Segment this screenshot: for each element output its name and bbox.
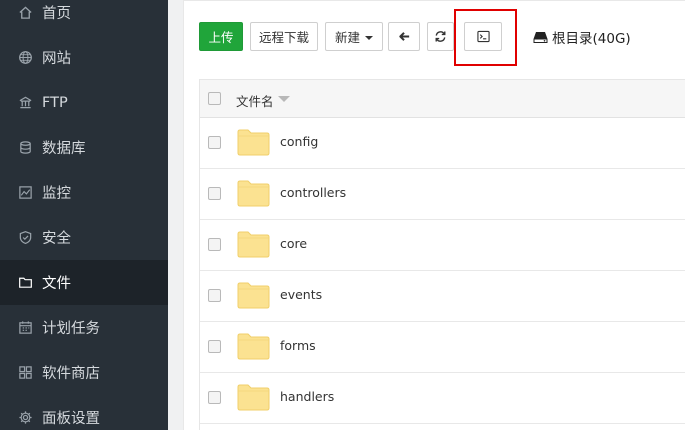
folder-icon <box>237 281 270 309</box>
select-all-checkbox[interactable] <box>208 92 221 105</box>
sidebar-item-label: 软件商店 <box>42 366 100 382</box>
folder-icon <box>237 383 270 411</box>
home-icon <box>17 5 33 21</box>
arrow-left-icon <box>398 30 411 43</box>
table-row[interactable]: core <box>200 220 685 271</box>
sidebar-item-security[interactable]: 安全 <box>0 215 168 260</box>
new-label: 新建 <box>334 30 360 45</box>
sidebar-item-monitor[interactable]: 监控 <box>0 170 168 215</box>
sidebar: 首页 网站 FTP 数据库 监控 安全 文件 计划任务 软件商店 面板设置 <box>0 0 168 430</box>
upload-button[interactable]: 上传 <box>199 22 243 51</box>
file-name[interactable]: config <box>280 134 318 149</box>
sidebar-item-website[interactable]: 网站 <box>0 35 168 80</box>
shield-icon <box>17 230 33 246</box>
table-row[interactable]: events <box>200 271 685 322</box>
file-name[interactable]: handlers <box>280 389 334 404</box>
row-checkbox[interactable] <box>208 391 221 404</box>
file-table: 文件名 config controllers core events forms hand… <box>199 79 685 430</box>
sidebar-item-home[interactable]: 首页 <box>0 0 168 35</box>
row-checkbox[interactable] <box>208 136 221 149</box>
refresh-button[interactable] <box>427 22 454 51</box>
sidebar-item-label: 网站 <box>42 51 71 67</box>
file-manager-panel: 上传 远程下载 新建 根目录(40G) 文件名 config controller… <box>183 0 685 430</box>
sidebar-item-database[interactable]: 数据库 <box>0 125 168 170</box>
file-name[interactable]: forms <box>280 338 316 353</box>
row-checkbox[interactable] <box>208 289 221 302</box>
row-checkbox[interactable] <box>208 187 221 200</box>
file-name[interactable]: core <box>280 236 307 251</box>
grid-icon <box>17 365 33 381</box>
table-row[interactable]: config <box>200 118 685 169</box>
row-checkbox[interactable] <box>208 340 221 353</box>
file-name[interactable]: controllers <box>280 185 346 200</box>
sidebar-item-label: 文件 <box>42 276 71 292</box>
ftp-icon <box>17 95 33 111</box>
table-row[interactable]: handlers <box>200 373 685 424</box>
calendar-icon <box>17 320 33 336</box>
sidebar-item-settings[interactable]: 面板设置 <box>0 395 168 430</box>
back-button[interactable] <box>388 22 420 51</box>
column-header-filename[interactable]: 文件名 <box>236 91 274 110</box>
folder-icon <box>237 179 270 207</box>
sidebar-item-ftp[interactable]: FTP <box>0 80 168 125</box>
disk-root-link[interactable]: 根目录(40G) <box>533 27 631 47</box>
sidebar-item-label: 安全 <box>42 231 71 247</box>
sidebar-item-files[interactable]: 文件 <box>0 260 168 305</box>
folder-icon <box>237 332 270 360</box>
sidebar-item-label: 监控 <box>42 186 71 202</box>
sidebar-item-label: 面板设置 <box>42 411 100 427</box>
refresh-icon <box>434 30 447 43</box>
sidebar-item-store[interactable]: 软件商店 <box>0 350 168 395</box>
gear-icon <box>17 410 33 426</box>
database-icon <box>17 140 33 156</box>
file-name[interactable]: events <box>280 287 322 302</box>
disk-label: 根目录(40G) <box>552 31 631 47</box>
sidebar-item-label: 首页 <box>42 6 71 22</box>
sidebar-item-label: 数据库 <box>42 141 86 157</box>
table-header: 文件名 <box>200 80 685 118</box>
new-dropdown-button[interactable]: 新建 <box>325 22 383 51</box>
hdd-icon <box>533 31 552 44</box>
terminal-button[interactable] <box>464 22 502 51</box>
remote-download-button[interactable]: 远程下载 <box>250 22 318 51</box>
folder-icon <box>17 275 33 291</box>
table-row[interactable]: controllers <box>200 169 685 220</box>
folder-icon <box>237 128 270 156</box>
row-checkbox[interactable] <box>208 238 221 251</box>
monitor-icon <box>17 185 33 201</box>
terminal-icon <box>476 30 490 43</box>
sidebar-item-label: FTP <box>42 94 68 111</box>
globe-icon <box>17 50 33 66</box>
table-row[interactable]: forms <box>200 322 685 373</box>
folder-icon <box>237 230 270 258</box>
caret-down-icon <box>365 35 373 40</box>
sort-caret-icon[interactable] <box>278 96 290 102</box>
sidebar-item-label: 计划任务 <box>42 321 100 337</box>
sidebar-item-cron[interactable]: 计划任务 <box>0 305 168 350</box>
